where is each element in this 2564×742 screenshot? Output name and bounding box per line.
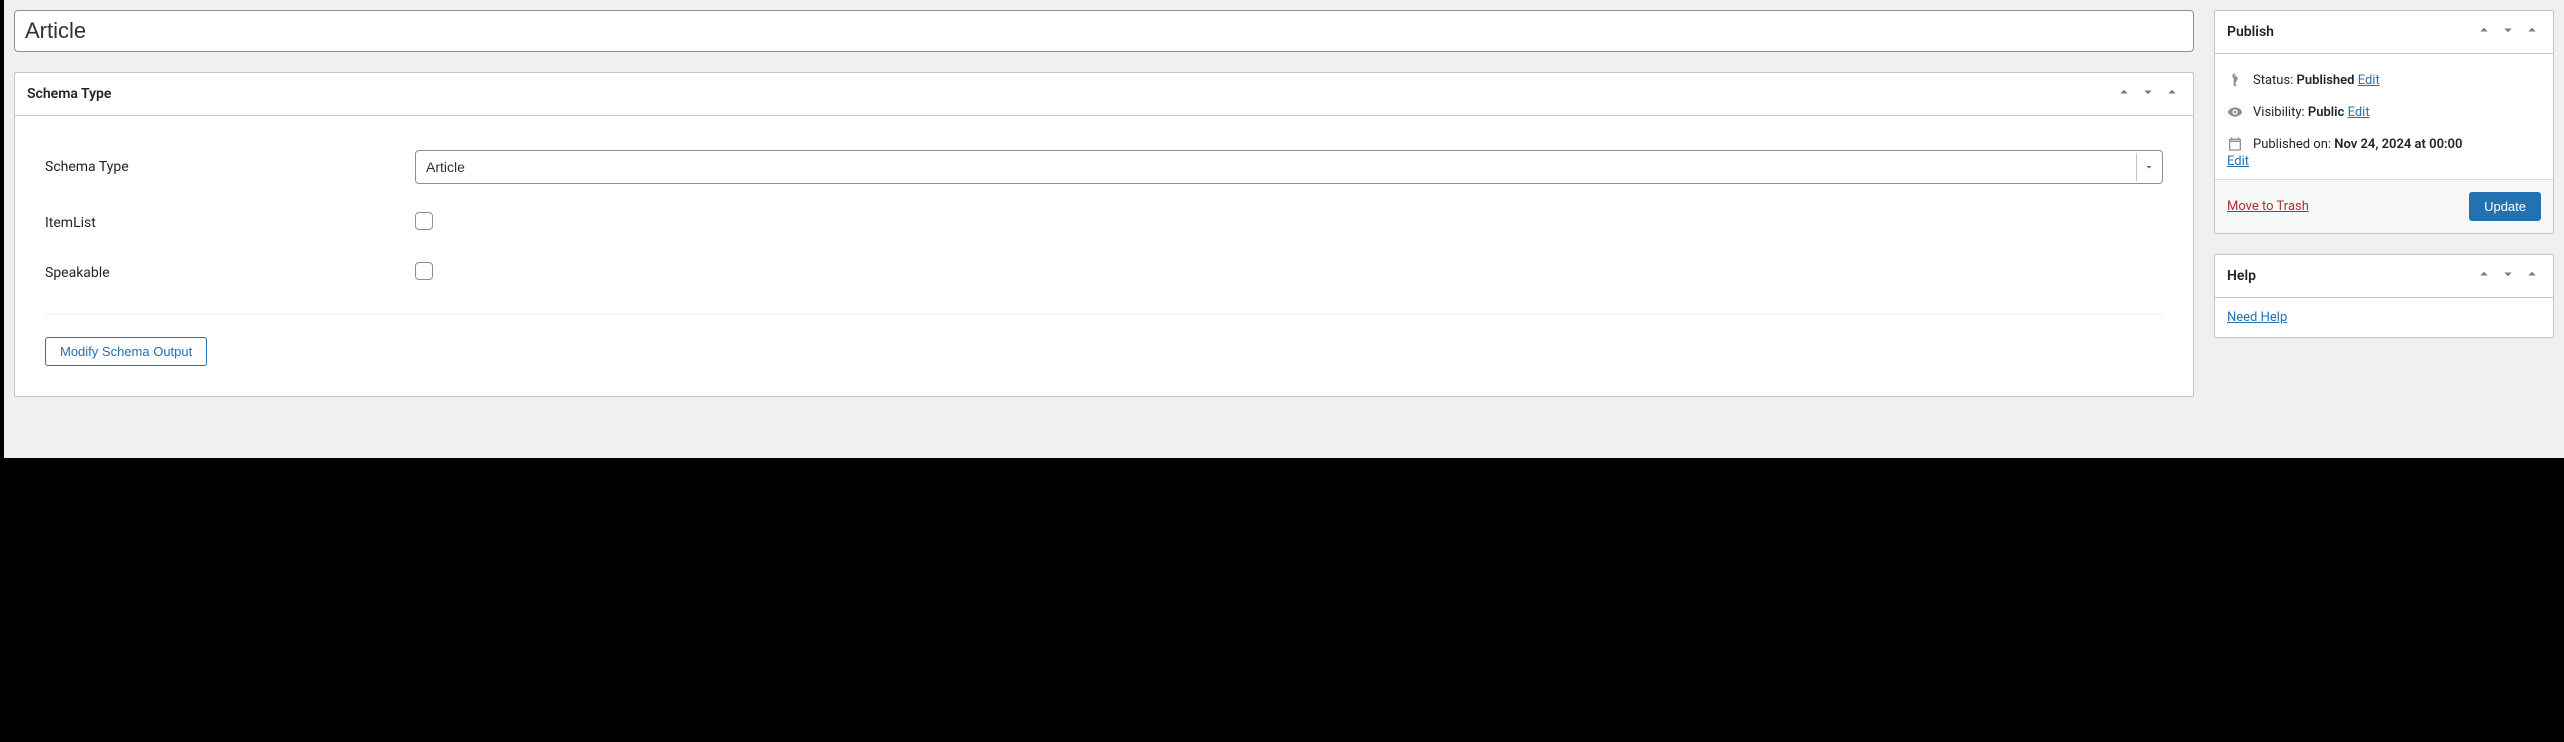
published-value: Nov 24, 2024 at 00:00	[2334, 137, 2462, 152]
visibility-edit-link[interactable]: Edit	[2348, 105, 2370, 120]
calendar-icon	[2227, 136, 2243, 152]
key-icon	[2227, 72, 2243, 88]
publish-box: Publish	[2214, 10, 2554, 234]
move-up-icon[interactable]	[2475, 21, 2493, 43]
schema-type-label: Schema Type	[45, 159, 415, 175]
collapse-icon[interactable]	[2523, 265, 2541, 287]
move-down-icon[interactable]	[2499, 265, 2517, 287]
status-value: Published	[2297, 73, 2355, 88]
status-edit-link[interactable]: Edit	[2358, 73, 2380, 88]
visibility-value: Public	[2308, 105, 2344, 120]
collapse-icon[interactable]	[2523, 21, 2541, 43]
move-down-icon[interactable]	[2499, 21, 2517, 43]
help-box: Help Need Help	[2214, 254, 2554, 338]
help-box-title: Help	[2227, 268, 2256, 284]
eye-icon	[2227, 104, 2243, 120]
itemlist-label: ItemList	[45, 215, 415, 231]
published-label: Published on:	[2253, 137, 2334, 152]
publish-box-title: Publish	[2227, 24, 2274, 40]
itemlist-checkbox[interactable]	[415, 212, 433, 230]
schema-type-box: Schema Type Schema Type	[14, 72, 2194, 397]
speakable-checkbox[interactable]	[415, 262, 433, 280]
speakable-label: Speakable	[45, 265, 415, 281]
visibility-label: Visibility:	[2253, 105, 2308, 120]
move-up-icon[interactable]	[2115, 83, 2133, 105]
collapse-icon[interactable]	[2163, 83, 2181, 105]
update-button[interactable]: Update	[2469, 192, 2541, 221]
divider	[45, 314, 2163, 315]
schema-type-box-title: Schema Type	[27, 86, 111, 102]
move-up-icon[interactable]	[2475, 265, 2493, 287]
move-down-icon[interactable]	[2139, 83, 2157, 105]
need-help-link[interactable]: Need Help	[2227, 310, 2287, 325]
modify-schema-output-button[interactable]: Modify Schema Output	[45, 337, 207, 366]
published-edit-link[interactable]: Edit	[2227, 154, 2249, 169]
title-input[interactable]	[14, 10, 2194, 52]
status-label: Status:	[2253, 73, 2297, 88]
move-to-trash-link[interactable]: Move to Trash	[2227, 199, 2309, 214]
schema-type-select[interactable]: Article	[415, 150, 2163, 184]
